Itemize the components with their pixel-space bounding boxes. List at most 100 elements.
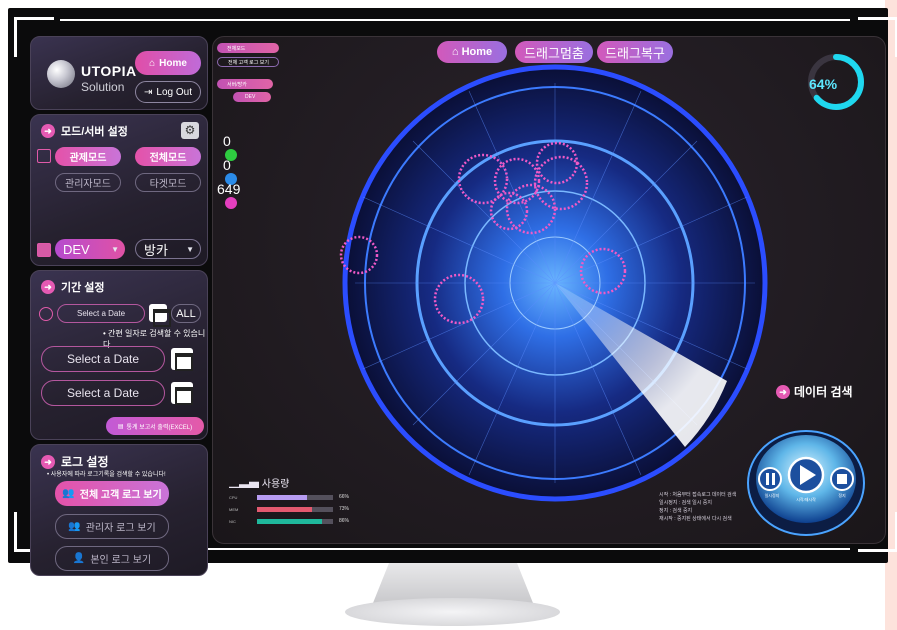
legend-line: 일시정지 : 검색 일시 중지 bbox=[659, 500, 712, 506]
usage-title-text: 사용량 bbox=[261, 479, 290, 490]
status-dot bbox=[225, 197, 237, 209]
usage-track bbox=[257, 518, 333, 524]
logout-button[interactable]: ⇥ Log Out bbox=[135, 81, 201, 103]
calendar-icon[interactable] bbox=[171, 348, 193, 371]
legend-line: 정지 : 검색 중지 bbox=[659, 508, 693, 514]
play-button[interactable] bbox=[787, 456, 825, 494]
period-settings-label: 기간 설정 bbox=[61, 282, 105, 294]
chevron-down-icon: ▼ bbox=[111, 244, 119, 254]
usage-name: CPU bbox=[229, 494, 238, 500]
server-select[interactable]: DEV ▼ bbox=[55, 239, 125, 259]
search-icon[interactable] bbox=[39, 307, 53, 321]
drag-restore-button[interactable]: 드래그복구 bbox=[597, 41, 673, 63]
monitor-stand-base bbox=[345, 598, 560, 626]
calendar-icon[interactable] bbox=[171, 382, 193, 405]
log-settings-title: ➜ 로그 설정 bbox=[41, 453, 109, 470]
mode-settings-title: ➜ 모드/서버 설정 bbox=[41, 123, 128, 139]
usage-fill bbox=[257, 506, 313, 512]
stop-label: 정지 bbox=[838, 493, 846, 498]
usage-fill bbox=[257, 518, 323, 524]
home-button[interactable]: ⌂ Home bbox=[135, 51, 201, 75]
settings-icon[interactable]: ⚙ bbox=[181, 122, 199, 139]
all-button[interactable]: ALL bbox=[171, 304, 201, 323]
admin-log-label: 관리자 로그 보기 bbox=[85, 523, 156, 534]
usage-value: 73% bbox=[339, 506, 350, 512]
drag-stop-button[interactable]: 드래그멈춤 bbox=[515, 41, 593, 63]
arrow-right-icon: ➜ bbox=[41, 124, 55, 138]
server-icon bbox=[37, 243, 51, 257]
mini-tag: 서버/방카 bbox=[217, 79, 273, 89]
count-pink: 649 bbox=[217, 181, 241, 197]
quick-date-input[interactable]: Select a Date bbox=[57, 304, 145, 323]
monitor-stand-neck bbox=[373, 563, 533, 603]
brand-title: UTOPIA bbox=[81, 63, 137, 79]
main-home-button[interactable]: ⌂ Home bbox=[437, 41, 507, 63]
mode-settings-card: ➜ 모드/서버 설정 ⚙ 관제모드 전체모드 관리자모드 타겟모드 DEV ▼ … bbox=[30, 114, 208, 266]
usage-value: 66% bbox=[339, 494, 350, 500]
mode-admin[interactable]: 관리자모드 bbox=[55, 173, 121, 192]
log-settings-card: ➜ 로그 설정 • 사용자에 따라 로그기록을 검색할 수 있습니다! 👥 전체… bbox=[30, 444, 208, 576]
log-settings-label: 로그 설정 bbox=[61, 455, 109, 469]
admin-log-button[interactable]: 👥 관리자 로그 보기 bbox=[55, 514, 169, 539]
home-icon: ⌂ bbox=[149, 57, 156, 69]
calendar-icon[interactable] bbox=[149, 304, 171, 327]
logout-icon: ⇥ bbox=[144, 86, 153, 98]
usage-fill bbox=[257, 494, 308, 500]
data-search-text: 데이터 검색 bbox=[794, 385, 853, 399]
main-panel: 전체모드 전체 고객 로그 보기 서버/방카 DEV ⌂ Home 드래그멈춤 … bbox=[212, 36, 886, 544]
mini-tag: 전체 고객 로그 보기 bbox=[217, 57, 279, 67]
period-settings-card: ➜ 기간 설정 Select a Date ALL • 간편 일자로 검색할 수… bbox=[30, 270, 208, 440]
my-log-label: 본인 로그 보기 bbox=[90, 555, 152, 566]
end-date-input[interactable]: Select a Date bbox=[41, 380, 165, 406]
period-settings-title: ➜ 기간 설정 bbox=[41, 279, 105, 295]
pause-label: 일시정지 bbox=[764, 493, 780, 498]
user-icon: 👤 bbox=[72, 553, 86, 564]
usage-value: 86% bbox=[339, 518, 350, 524]
usage-row: NIC 86% bbox=[229, 517, 349, 525]
home-label: Home bbox=[159, 57, 187, 69]
gauge-percent: 64% bbox=[809, 76, 838, 92]
room-select[interactable]: 방카 ▼ bbox=[135, 239, 201, 259]
pause-button[interactable] bbox=[758, 467, 782, 491]
usage-row: MEM 73% bbox=[229, 505, 349, 513]
usage-title: ▁▃▅ 사용량 bbox=[229, 475, 289, 490]
usage-track bbox=[257, 506, 333, 512]
brand-subtitle: Solution bbox=[81, 80, 125, 94]
usage-name: NIC bbox=[229, 518, 236, 524]
control-legend: 시작 : 처음부터 접속로그 데이터 검색 일시정지 : 검색 일시 중지 정지… bbox=[659, 491, 736, 523]
users-icon: 👥 bbox=[62, 488, 75, 499]
usage-row: CPU 66% bbox=[229, 493, 349, 501]
count-blue: 0 bbox=[223, 157, 231, 173]
all-customer-log-button[interactable]: 👥 전체 고객 로그 보기 bbox=[55, 481, 169, 506]
radar-display bbox=[339, 64, 768, 502]
document-icon: ▤ bbox=[117, 423, 124, 430]
arrow-right-icon: ➜ bbox=[41, 454, 55, 469]
count-green: 0 bbox=[223, 133, 231, 149]
home-icon: ⌂ bbox=[451, 46, 462, 58]
report-export-label: 통계 보고서 출력(EXCEL) bbox=[126, 424, 193, 431]
mode-all[interactable]: 전체모드 bbox=[135, 147, 201, 166]
mode-target[interactable]: 타겟모드 bbox=[135, 173, 201, 192]
mini-tag: DEV bbox=[233, 92, 271, 102]
usage-name: MEM bbox=[229, 506, 239, 512]
playback-control bbox=[747, 430, 865, 536]
logout-label: Log Out bbox=[156, 86, 192, 98]
room-select-value: 방카 bbox=[144, 242, 168, 258]
users-icon: 👥 bbox=[68, 521, 81, 532]
legend-line: 시작 : 처음부터 접속로그 데이터 검색 bbox=[659, 492, 737, 498]
stop-button[interactable] bbox=[830, 467, 854, 491]
report-export-button[interactable]: ▤ 통계 보고서 출력(EXCEL) bbox=[106, 417, 204, 435]
sidebar: UTOPIA Solution ⌂ Home ⇥ Log Out ➜ 모드/서버… bbox=[30, 36, 210, 576]
bar-chart-icon: ▁▃▅ bbox=[229, 479, 262, 490]
globe-logo-icon bbox=[47, 60, 75, 88]
main-home-label: Home bbox=[461, 46, 493, 58]
mode-control[interactable]: 관제모드 bbox=[55, 147, 121, 166]
brand-card: UTOPIA Solution ⌂ Home ⇥ Log Out bbox=[30, 36, 208, 110]
start-date-input[interactable]: Select a Date bbox=[41, 346, 165, 372]
log-hint: • 사용자에 따라 로그기록을 검색할 수 있습니다! bbox=[47, 472, 166, 478]
user-icon bbox=[37, 149, 51, 163]
mode-settings-label: 모드/서버 설정 bbox=[61, 126, 128, 138]
legend-line: 재시작 : 중지된 상태에서 다시 검색 bbox=[659, 516, 732, 522]
chevron-down-icon: ▼ bbox=[186, 244, 194, 254]
my-log-button[interactable]: 👤 본인 로그 보기 bbox=[55, 546, 169, 571]
